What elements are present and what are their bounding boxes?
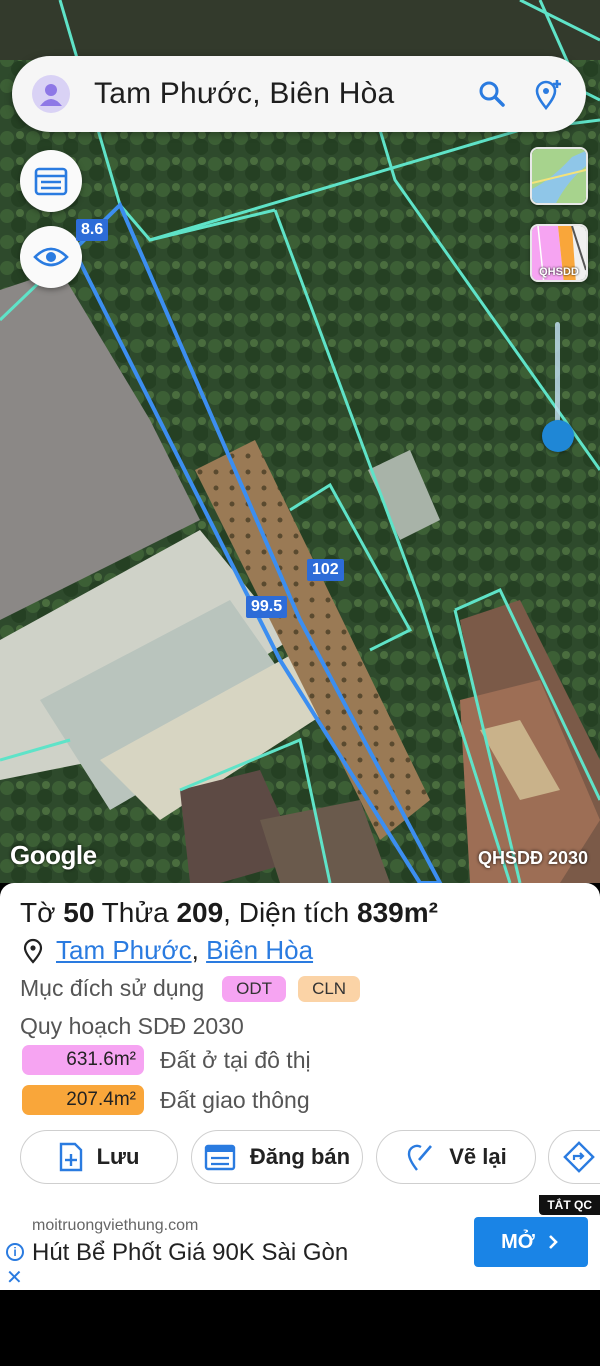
avatar[interactable]: [32, 75, 70, 113]
edge-length-label: 99.5: [246, 596, 288, 618]
directions-button[interactable]: [548, 1130, 600, 1184]
search-bar[interactable]: Tam Phước, Biên Hòa: [12, 56, 586, 132]
save-button[interactable]: Lưu: [20, 1130, 178, 1184]
plan-area-pill: 631.6m²: [22, 1045, 144, 1075]
plan-label-row: Quy hoạch SDĐ 2030: [20, 1013, 244, 1040]
user-icon: [40, 84, 62, 106]
search-button[interactable]: [472, 74, 512, 114]
redraw-label: Vẽ lại: [449, 1144, 507, 1169]
plan-description: Đất giao thông: [160, 1086, 310, 1113]
parcel-prefix: Thửa: [94, 897, 177, 928]
edge-length-label: 8.6: [76, 219, 109, 241]
qhsdd-layer-thumb[interactable]: QHSDD: [530, 224, 588, 282]
qhsdd-layer-label: QHSDD: [539, 266, 579, 278]
parcel-info-panel: Tờ 50 Thửa 209, Diện tích 839m² Tam Phướ…: [0, 883, 600, 1195]
redraw-button[interactable]: Vẽ lại: [376, 1130, 536, 1184]
add-location-pin-icon: [535, 80, 561, 110]
plan-area-pill: 207.4m²: [22, 1085, 144, 1115]
usage-label: Mục đích sử dụng: [20, 975, 205, 1001]
chevron-right-icon: [548, 1235, 558, 1249]
save-label: Lưu: [96, 1144, 140, 1169]
post-sale-button[interactable]: Đăng bán: [191, 1130, 363, 1184]
google-logo: Google: [10, 840, 97, 870]
usage-row: Mục đích sử dụng ODT CLN: [20, 975, 361, 1002]
location-pin-icon: [23, 938, 43, 964]
eye-icon: [33, 247, 69, 267]
zoom-slider-handle[interactable]: [542, 420, 574, 452]
usage-tag-odt: ODT: [222, 975, 287, 1002]
area-prefix: , Diện tích: [223, 897, 358, 928]
plan-label: Quy hoạch SDĐ 2030: [20, 1013, 244, 1039]
plan-year-badge: QHSDĐ 2030: [477, 848, 588, 868]
location-separator: ,: [191, 935, 199, 965]
search-location-title[interactable]: Tam Phước, Biên Hòa: [94, 77, 456, 111]
ad-headline[interactable]: Hút Bể Phốt Giá 90K Sài Gòn: [32, 1239, 348, 1267]
base-map-layer-thumb[interactable]: [530, 147, 588, 205]
zoom-slider-track[interactable]: [555, 322, 560, 432]
add-location-button[interactable]: [528, 74, 568, 114]
parcel-number: 209: [176, 897, 224, 928]
map-layer-icon: [532, 149, 586, 203]
add-document-icon: [59, 1142, 82, 1172]
edge-length-label: 102: [307, 559, 344, 581]
ward-link[interactable]: Tam Phước: [56, 935, 192, 966]
post-sale-label: Đăng bán: [249, 1144, 351, 1169]
ad-info-icon[interactable]: i: [6, 1243, 24, 1261]
usage-tag-cln: CLN: [298, 975, 361, 1002]
parcel-title: Tờ 50 Thửa 209, Diện tích 839m²: [20, 897, 438, 929]
city-link[interactable]: Biên Hòa: [206, 935, 313, 966]
visibility-toggle-button[interactable]: [20, 226, 82, 288]
plan-row: 207.4m² Đất giao thông: [22, 1085, 310, 1115]
parcel-area: 839m²: [357, 897, 438, 928]
satellite-map[interactable]: Tam Phước, Biên Hòa QHSDD 8.6 102 99.5 G…: [0, 0, 600, 883]
action-bar: Lưu Đăng bán Vẽ lại: [0, 1130, 600, 1186]
plan-row: 631.6m² Đất ở tại đô thị: [22, 1045, 311, 1075]
sheet-number: 50: [63, 897, 95, 928]
parcel-location: Tam Phước, Biên Hòa: [22, 935, 313, 966]
ad-close-icon[interactable]: ✕: [6, 1265, 23, 1290]
calendar-list-button[interactable]: [20, 150, 82, 212]
directions-icon: [563, 1141, 595, 1173]
ad-open-label: MỞ: [501, 1230, 535, 1253]
ad-close-tag[interactable]: TẮT QC: [539, 1195, 600, 1215]
calendar-list-icon: [34, 167, 68, 196]
sheet-prefix: Tờ: [20, 897, 64, 928]
ad-open-button[interactable]: MỞ: [474, 1217, 588, 1267]
ad-domain: moitruongviethung.com: [32, 1217, 199, 1234]
plan-description: Đất ở tại đô thị: [160, 1046, 311, 1073]
satellite-imagery: [0, 0, 600, 883]
calendar-list-icon: [204, 1144, 236, 1171]
ad-banner[interactable]: TẮT QC moitruongviethung.com i Hút Bể Ph…: [0, 1195, 600, 1290]
redraw-pin-icon: [408, 1144, 433, 1171]
search-icon: [479, 81, 505, 107]
